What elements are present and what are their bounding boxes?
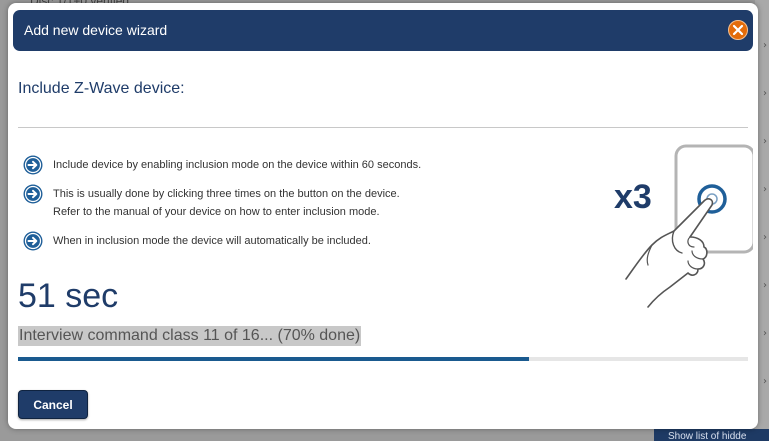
divider: [18, 127, 748, 128]
cancel-button[interactable]: Cancel: [18, 390, 88, 419]
instruction-text: Refer to the manual of your device on ho…: [53, 206, 380, 218]
interview-status: Interview command class 11 of 16... (70%…: [18, 326, 362, 346]
chevron-icon: ›: [763, 328, 767, 339]
section-title: Include Z-Wave device:: [18, 80, 185, 97]
add-device-wizard-dialog: Add new device wizard Include Z-Wave dev…: [8, 3, 758, 429]
dialog-title: Add new device wizard: [24, 22, 168, 38]
chevron-icon: ›: [763, 136, 767, 147]
chevron-icon: ›: [763, 184, 767, 195]
show-hidden-list-button[interactable]: Show list of hidde: [654, 429, 769, 441]
chevron-icon: ›: [763, 88, 767, 99]
progress-bar-fill: [18, 357, 529, 361]
chevron-icon: ›: [763, 40, 767, 51]
chevron-icon: ›: [763, 232, 767, 243]
arrow-right-icon: [23, 155, 43, 175]
hand-pressing-button-icon: [625, 144, 753, 308]
chevron-icon: ›: [763, 280, 767, 291]
chevron-icon: ›: [763, 376, 767, 387]
instruction-text: When in inclusion mode the device will a…: [53, 235, 371, 247]
countdown-timer: 51 sec: [18, 277, 119, 315]
close-icon: [732, 24, 744, 36]
arrow-right-icon: [23, 231, 43, 251]
instruction-text: This is usually done by clicking three t…: [53, 188, 400, 200]
progress-bar: [18, 357, 748, 361]
close-button[interactable]: [728, 20, 748, 40]
instruction-text: Include device by enabling inclusion mod…: [53, 159, 422, 171]
arrow-right-icon: [23, 184, 43, 204]
dialog-header: Add new device wizard: [13, 10, 753, 51]
